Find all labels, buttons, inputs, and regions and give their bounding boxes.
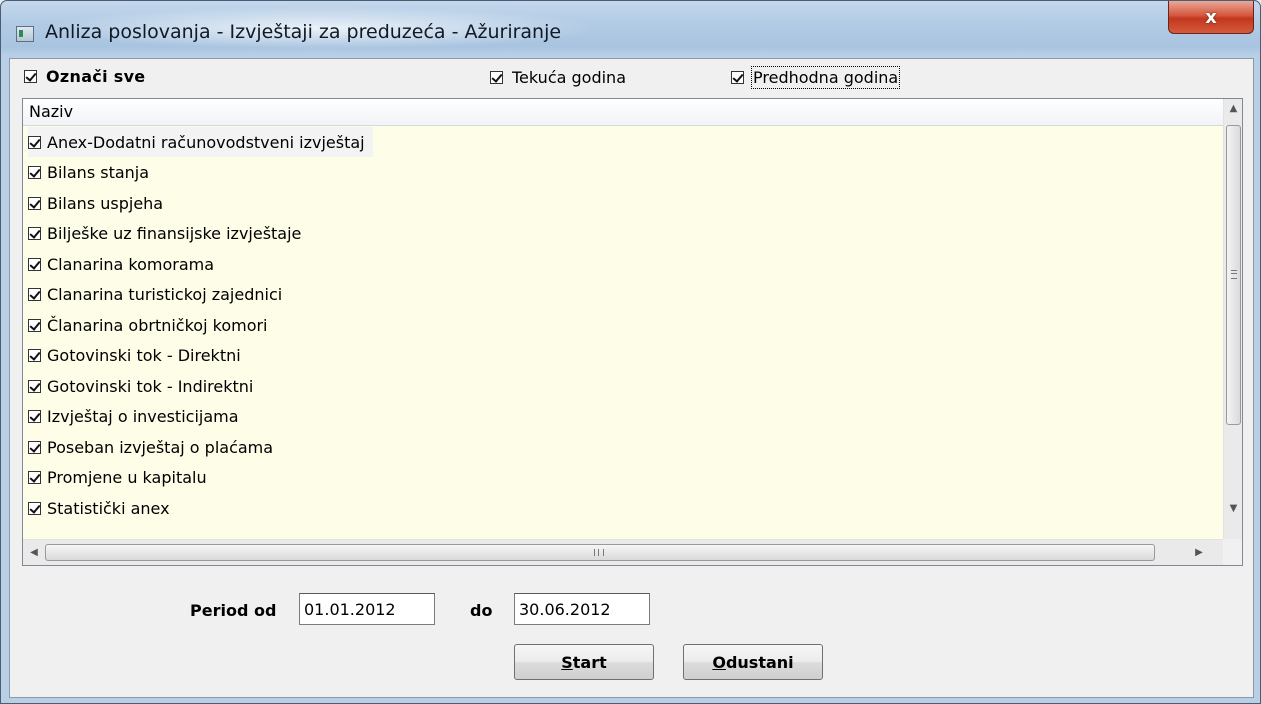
dialog-window: Anliza poslovanja - Izvještaji za preduz… — [0, 0, 1261, 704]
previous-year-checkbox[interactable]: Predhodna godina — [731, 66, 901, 89]
app-icon — [16, 26, 34, 42]
mark-all-label: Označi sve — [46, 67, 146, 86]
checkbox-checked-icon[interactable] — [28, 135, 41, 149]
mark-all-checkbox[interactable]: Označi sve — [24, 67, 145, 86]
close-icon: x — [1205, 6, 1217, 28]
scroll-down-arrow-icon[interactable]: ▼ — [1224, 499, 1243, 518]
checkbox-checked-icon[interactable] — [490, 71, 503, 84]
cancel-accel-key: O — [712, 652, 726, 672]
start-label: tart — [572, 652, 607, 672]
checkbox-checked-icon[interactable] — [28, 379, 41, 393]
column-header-naziv[interactable]: Naziv — [23, 99, 1223, 126]
window-title: Anliza poslovanja - Izvještaji za preduz… — [45, 21, 562, 43]
scrollbar-corner — [1223, 539, 1242, 565]
checkbox-checked-icon[interactable] — [28, 257, 41, 271]
vertical-scrollbar[interactable]: ▲ ▼ — [1223, 99, 1242, 539]
list-item[interactable]: Anex-Dodatni računovodstveni izvještaj — [23, 127, 1223, 158]
list-item[interactable]: Gotovinski tok - Direktni — [23, 341, 1223, 372]
checkbox-checked-icon[interactable] — [28, 501, 41, 515]
title-bar[interactable]: Anliza poslovanja - Izvještaji za preduz… — [1, 1, 1260, 57]
period-to-label: do — [470, 601, 493, 620]
list-item[interactable]: Poseban izvještaj o plaćama — [23, 432, 1223, 463]
scroll-right-arrow-icon[interactable]: ▶ — [1188, 540, 1210, 565]
report-list[interactable]: Naziv Anex-Dodatni računovodstveni izvje… — [22, 98, 1243, 566]
dialog-client-area: Označi sve Tekuća godina Predhodna godin… — [9, 58, 1254, 698]
period-row: Period od do — [10, 593, 1253, 629]
grip-icon — [594, 549, 604, 556]
report-list-rows: Anex-Dodatni računovodstveni izvještaj B… — [23, 127, 1223, 524]
checkbox-checked-icon[interactable] — [28, 410, 41, 424]
list-item[interactable]: Clanarina turistickoj zajednici — [23, 280, 1223, 311]
list-item[interactable]: Bilans stanja — [23, 158, 1223, 189]
checkbox-checked-icon[interactable] — [28, 349, 41, 363]
vertical-scroll-thumb[interactable] — [1226, 125, 1241, 425]
list-item[interactable]: Gotovinski tok - Indirektni — [23, 371, 1223, 402]
list-item[interactable]: Izvještaj o investicijama — [23, 402, 1223, 433]
options-bar: Označi sve Tekuća godina Predhodna godin… — [10, 59, 1253, 93]
checkbox-checked-icon[interactable] — [28, 227, 41, 241]
period-from-label: Period od — [190, 601, 277, 620]
scroll-left-arrow-icon[interactable]: ◀ — [23, 540, 45, 565]
list-item[interactable]: Clanarina komorama — [23, 249, 1223, 280]
list-item[interactable]: Članarina obrtničkoj komori — [23, 310, 1223, 341]
period-from-input[interactable] — [299, 593, 435, 625]
list-item[interactable]: Bilješke uz finansijske izvještaje — [23, 219, 1223, 250]
list-item[interactable]: Bilans uspjeha — [23, 188, 1223, 219]
checkbox-checked-icon[interactable] — [731, 71, 744, 84]
checkbox-checked-icon[interactable] — [28, 471, 41, 485]
checkbox-checked-icon[interactable] — [24, 70, 37, 83]
previous-year-label: Predhodna godina — [750, 66, 901, 89]
horizontal-scrollbar[interactable]: ◀ ▶ — [23, 539, 1223, 565]
start-accel-key: S — [561, 652, 573, 672]
horizontal-scroll-thumb[interactable] — [45, 544, 1155, 561]
grip-icon — [1231, 270, 1237, 279]
checkbox-checked-icon[interactable] — [28, 166, 41, 180]
checkbox-checked-icon[interactable] — [28, 440, 41, 454]
checkbox-checked-icon[interactable] — [28, 196, 41, 210]
cancel-label: dustani — [725, 652, 794, 672]
close-button[interactable]: x — [1168, 1, 1254, 34]
list-item[interactable]: Promjene u kapitalu — [23, 463, 1223, 494]
start-button[interactable]: Start — [514, 644, 654, 680]
list-item[interactable]: Statistički anex — [23, 493, 1223, 524]
current-year-checkbox[interactable]: Tekuća godina — [490, 68, 626, 87]
checkbox-checked-icon[interactable] — [28, 318, 41, 332]
current-year-label: Tekuća godina — [512, 68, 626, 87]
cancel-button[interactable]: Odustani — [683, 644, 823, 680]
checkbox-checked-icon[interactable] — [28, 288, 41, 302]
period-to-input[interactable] — [514, 593, 650, 625]
scroll-up-arrow-icon[interactable]: ▲ — [1224, 99, 1243, 118]
